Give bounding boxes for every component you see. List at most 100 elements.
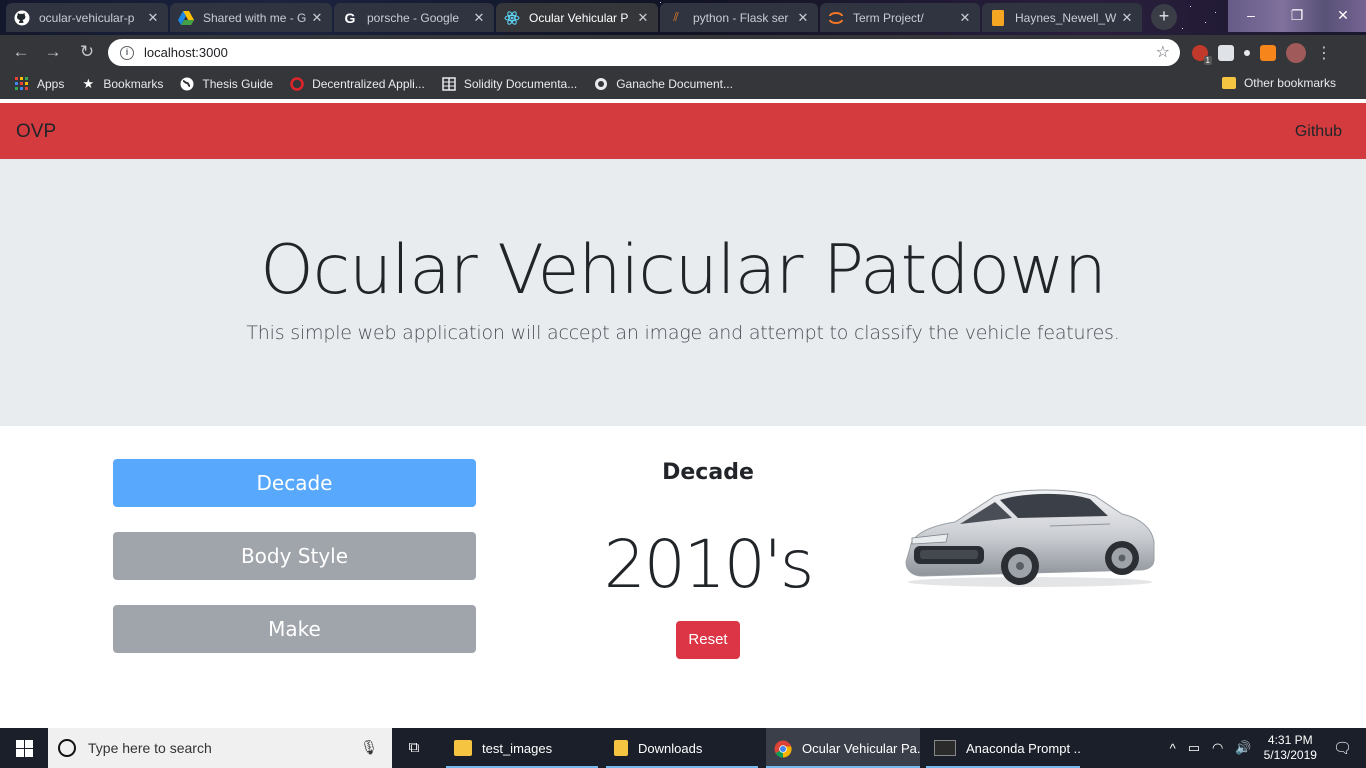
google-drive-icon xyxy=(178,10,194,26)
close-icon[interactable]: ✕ xyxy=(146,10,160,26)
extensions-area: 1 ⋮ xyxy=(1192,43,1332,65)
wifi-icon[interactable]: ◠ xyxy=(1212,740,1223,756)
taskbar-app-label: test_images xyxy=(482,740,553,756)
extension-icon[interactable]: 1 xyxy=(1192,45,1212,65)
bookmark-thesis-guide[interactable]: Thesis Guide xyxy=(179,76,273,92)
page-subtitle: This simple web application will accept … xyxy=(246,322,1120,344)
close-icon[interactable]: ✕ xyxy=(796,10,810,26)
notifications-icon[interactable]: 🗨 xyxy=(1333,739,1352,757)
bookmark-bookmarks[interactable]: ★ Bookmarks xyxy=(80,76,164,92)
tab-title: ocular-vehicular-p xyxy=(39,10,135,25)
bookmark-label: Other bookmarks xyxy=(1243,76,1336,90)
taskbar-app-anaconda[interactable]: Anaconda Prompt ... xyxy=(926,728,1080,768)
chrome-icon xyxy=(774,740,792,758)
microphone-icon[interactable]: 🎙 xyxy=(360,739,378,756)
vehicle-image xyxy=(905,489,1155,587)
task-view-icon[interactable]: ⧉ xyxy=(404,739,424,757)
bookmark-ganache-docs[interactable]: Ganache Document... xyxy=(593,76,733,92)
taskbar-app-label: Downloads xyxy=(638,740,703,756)
tab-github[interactable]: ocular-vehicular-p ✕ xyxy=(6,3,168,32)
decade-button[interactable]: Decade xyxy=(113,459,476,507)
body-style-button[interactable]: Body Style xyxy=(113,532,476,580)
cortana-icon xyxy=(58,739,76,757)
apps-grid-icon xyxy=(14,76,30,92)
tab-document[interactable]: Haynes_Newell_W ✕ xyxy=(982,3,1142,32)
taskbar-app-label: Anaconda Prompt ... xyxy=(966,740,1080,756)
github-icon xyxy=(14,10,30,26)
stackoverflow-icon: ⫽ xyxy=(673,10,679,24)
app-navbar: OVP Github xyxy=(0,103,1366,159)
document-icon xyxy=(441,76,457,92)
folder-icon xyxy=(454,740,472,756)
brand-link[interactable]: OVP xyxy=(16,121,56,143)
windows-logo-icon xyxy=(15,739,33,757)
taskbar-search-input[interactable]: Type here to search 🎙 xyxy=(48,728,392,768)
tab-title: porsche - Google xyxy=(367,10,460,25)
bookmark-star-icon[interactable]: ☆ xyxy=(1156,42,1170,62)
bookmarks-bar: Apps ★ Bookmarks Thesis Guide Decentrali… xyxy=(0,69,1366,99)
clock-time: 4:31 PM xyxy=(1267,733,1313,747)
close-icon[interactable]: ✕ xyxy=(958,10,972,26)
bookmark-solidity-docs[interactable]: Solidity Documenta... xyxy=(441,76,577,92)
bookmark-label: Apps xyxy=(37,77,65,91)
volume-icon[interactable]: 🔊 xyxy=(1235,740,1251,756)
tab-stackoverflow[interactable]: ⫽ python - Flask ser ✕ xyxy=(660,3,818,32)
site-info-icon[interactable]: i xyxy=(120,45,134,60)
make-button[interactable]: Make xyxy=(113,605,476,653)
tab-title: Ocular Vehicular P xyxy=(529,10,629,25)
jupyter-icon xyxy=(828,10,844,26)
forward-button[interactable]: → xyxy=(42,41,64,63)
windows-taskbar: Type here to search 🎙 ⧉ test_images Down… xyxy=(0,728,1366,768)
result-value: 2010's xyxy=(603,526,815,603)
star-icon: ★ xyxy=(82,76,95,91)
tab-google-search[interactable]: G porsche - Google ✕ xyxy=(334,3,494,32)
bookmark-decentralized-apps[interactable]: Decentralized Appli... xyxy=(289,76,425,92)
reset-button[interactable]: Reset xyxy=(676,621,740,659)
battery-icon[interactable]: ▭ xyxy=(1188,740,1200,756)
opera-icon xyxy=(289,76,305,92)
address-bar[interactable]: i localhost:3000 ☆ xyxy=(108,39,1180,66)
tab-google-drive[interactable]: Shared with me - G ✕ xyxy=(170,3,332,32)
metamask-icon[interactable] xyxy=(1260,45,1276,61)
downloads-folder-icon xyxy=(614,740,628,756)
close-icon[interactable]: ✕ xyxy=(310,10,324,26)
close-icon[interactable]: ✕ xyxy=(636,10,650,26)
folder-icon xyxy=(1221,77,1236,89)
maximize-button[interactable]: ❐ xyxy=(1274,0,1320,30)
taskbar-app-chrome[interactable]: Ocular Vehicular Pa... xyxy=(766,728,920,768)
system-clock[interactable]: 4:31 PM 5/13/2019 xyxy=(1264,733,1317,763)
avatar[interactable] xyxy=(1286,43,1306,63)
browser-toolbar: ← → ↻ i localhost:3000 ☆ 1 ⋮ xyxy=(0,35,1366,69)
bookmark-label: Solidity Documenta... xyxy=(463,77,578,91)
close-window-button[interactable]: ✕ xyxy=(1320,0,1366,30)
menu-kebab-icon[interactable]: ⋮ xyxy=(1316,43,1332,63)
close-icon[interactable]: ✕ xyxy=(472,10,486,26)
extension-badge: 1 xyxy=(1203,56,1212,65)
taskbar-app-downloads[interactable]: Downloads xyxy=(606,728,758,768)
tab-title: Term Project/ xyxy=(853,10,924,25)
back-button[interactable]: ← xyxy=(10,41,32,63)
google-icon: G xyxy=(344,9,356,26)
page-icon[interactable] xyxy=(1218,45,1234,61)
tab-title: Shared with me - G xyxy=(203,10,307,25)
tab-jupyter[interactable]: Term Project/ ✕ xyxy=(820,3,980,32)
reload-button[interactable]: ↻ xyxy=(76,41,98,63)
bookmark-other[interactable]: Other bookmarks xyxy=(1221,76,1336,90)
dot-icon[interactable] xyxy=(1244,50,1250,56)
close-icon[interactable]: ✕ xyxy=(1120,10,1134,26)
new-tab-button[interactable]: + xyxy=(1151,4,1177,30)
page-title: Ocular Vehicular Patdown xyxy=(260,231,1107,310)
github-link[interactable]: Github xyxy=(1295,123,1342,141)
start-button[interactable] xyxy=(0,728,48,768)
search-placeholder: Type here to search xyxy=(88,740,212,756)
terminal-icon xyxy=(934,740,956,756)
bookmark-label: Ganache Document... xyxy=(616,77,733,91)
browser-tab-strip: ocular-vehicular-p ✕ Shared with me - G … xyxy=(0,0,1366,35)
tab-ocular-vehicular[interactable]: Ocular Vehicular P ✕ xyxy=(496,3,658,32)
ganache-icon xyxy=(593,76,609,92)
bookmark-label: Bookmarks xyxy=(103,77,164,91)
bookmark-apps[interactable]: Apps xyxy=(14,76,64,92)
chevron-up-icon[interactable]: ^ xyxy=(1170,741,1176,756)
minimize-button[interactable]: – xyxy=(1228,0,1274,30)
taskbar-app-test-images[interactable]: test_images xyxy=(446,728,598,768)
